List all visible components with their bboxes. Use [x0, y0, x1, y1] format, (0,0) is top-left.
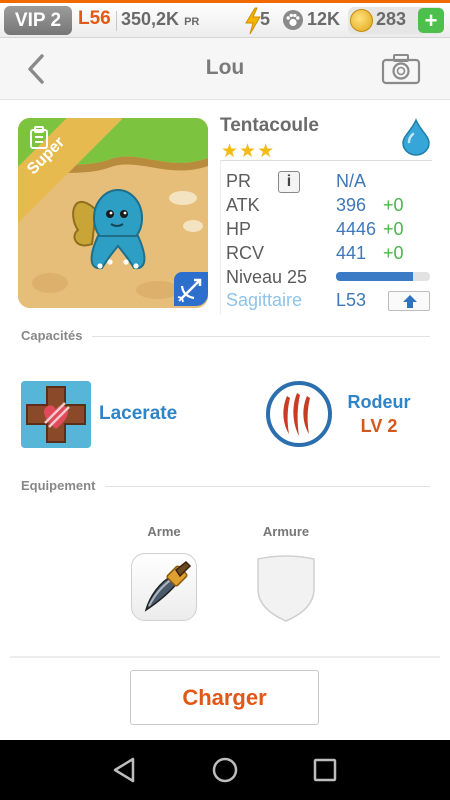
camera-icon[interactable]	[381, 53, 421, 85]
stat-label-pr: PR	[226, 171, 252, 191]
nav-home-icon[interactable]	[195, 740, 255, 800]
stat-label-hp: HP	[226, 219, 252, 239]
stat-value-atk: 396	[336, 195, 367, 215]
upload-arrow-icon	[403, 295, 417, 308]
status-bar: VIP 2 L56 350,2K PR 5 12K 283 +	[0, 0, 450, 38]
system-nav-bar	[0, 740, 450, 800]
shield-icon	[257, 555, 315, 622]
equipment-section-title: Equipement	[21, 478, 106, 493]
level-progress-fill	[336, 272, 414, 281]
level-label: Niveau 25	[226, 267, 308, 287]
lacerate-icon[interactable]	[21, 381, 91, 448]
coin-count: 283	[376, 9, 407, 29]
weapon-slot[interactable]	[131, 553, 197, 621]
info-icon[interactable]: i	[278, 171, 300, 193]
coin-icon	[350, 9, 373, 32]
armor-slot[interactable]	[254, 553, 318, 623]
stat-label-rcv: RCV	[226, 243, 265, 263]
stat-value-hp: 4446	[336, 219, 377, 239]
leader-skill-name[interactable]: Rodeur	[344, 392, 414, 413]
stat-bonus-rcv: +0	[383, 243, 404, 263]
leader-skill-level: LV 2	[360, 416, 398, 436]
power-rating: 350,2K PR	[121, 9, 199, 30]
water-drop-icon	[402, 118, 430, 156]
divider	[10, 656, 440, 658]
nav-back-icon[interactable]	[95, 740, 155, 800]
bow-icon	[174, 272, 208, 306]
paw-icon	[283, 10, 303, 30]
stat-value-pr: N/A	[336, 171, 367, 191]
zodiac-sign-link[interactable]: Sagittaire	[226, 290, 302, 311]
armor-label: Armure	[262, 524, 310, 539]
stat-bonus-hp: +0	[383, 219, 404, 239]
charger-button[interactable]: Charger	[130, 670, 319, 725]
monster-name: Tentacoule	[220, 115, 319, 136]
add-coins-button[interactable]: +	[418, 8, 444, 33]
weapon-label: Arme	[147, 524, 181, 539]
abilities-section-title: Capacités	[21, 328, 93, 343]
power-unit: PR	[184, 16, 200, 28]
stat-bonus-atk: +0	[383, 195, 404, 215]
zodiac-sign-level: L53	[336, 290, 367, 310]
energy-count: 5	[260, 9, 271, 29]
level-progress-bar	[336, 272, 430, 281]
paw-count: 12K	[307, 9, 341, 29]
header: Lou	[0, 38, 450, 100]
stat-label-atk: ATK	[226, 195, 260, 215]
vip-badge[interactable]: VIP 2	[4, 6, 72, 35]
stat-value-rcv: 441	[336, 243, 367, 263]
player-level: L56	[78, 8, 111, 29]
power-value: 350,2K	[121, 9, 180, 29]
sign-upgrade-button[interactable]	[388, 291, 430, 311]
dagger-icon	[144, 560, 192, 612]
divider	[116, 11, 117, 31]
claw-icon[interactable]	[265, 380, 333, 448]
skill-name[interactable]: Lacerate	[99, 403, 177, 425]
nav-recents-icon[interactable]	[295, 740, 355, 800]
